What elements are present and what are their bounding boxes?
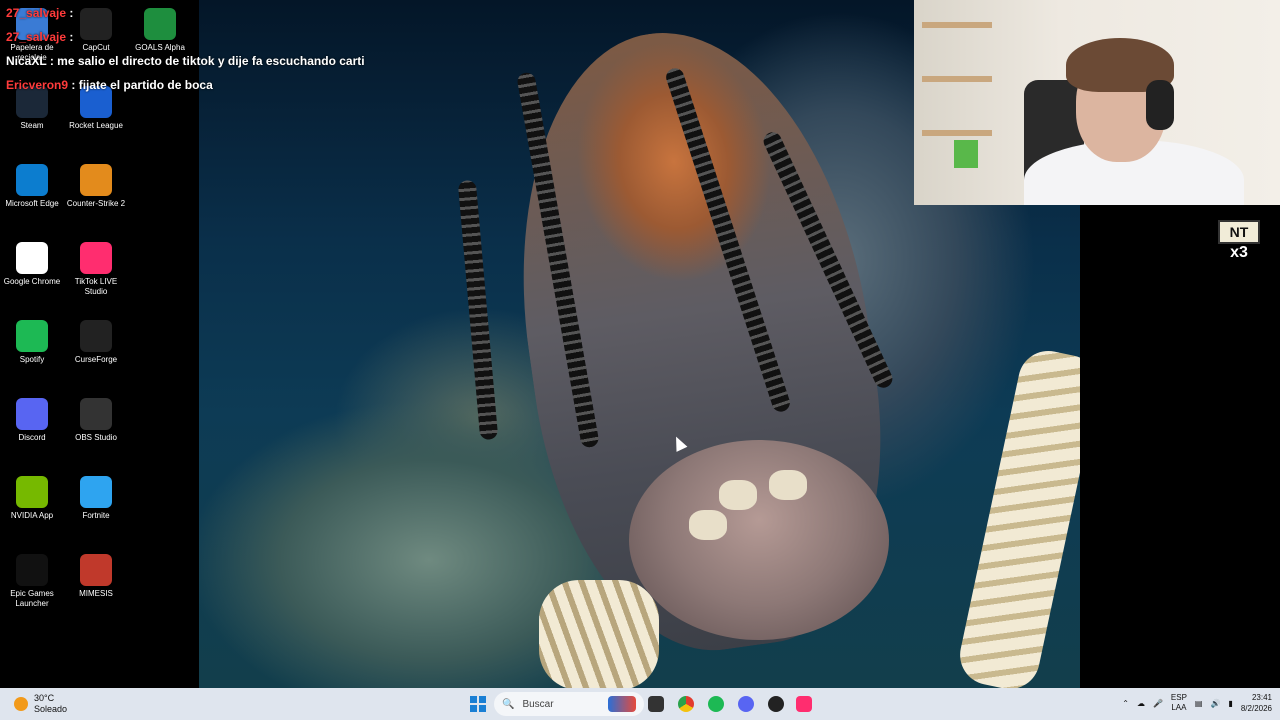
chrome-icon <box>16 242 48 274</box>
desktop-icon-label: Rocket League <box>69 121 123 130</box>
creeper-toy <box>954 140 978 168</box>
weather-temp: 30°C <box>34 693 55 703</box>
tiktok-taskbar-icon[interactable] <box>796 696 812 712</box>
nvidia-icon <box>16 476 48 508</box>
clock[interactable]: 23:41 8/2/2026 <box>1241 692 1272 714</box>
curseforge-icon <box>80 320 112 352</box>
chat-line: 27_salvaje : <box>6 6 74 20</box>
obs-taskbar-icon[interactable] <box>768 696 784 712</box>
nt-badge: NT x3 <box>1218 220 1260 262</box>
desktop-icon-label: MIMESIS <box>79 589 113 598</box>
desktop-icon[interactable]: Microsoft Edge <box>0 164 64 209</box>
counter-strike-icon <box>80 164 112 196</box>
gold-chain <box>539 580 659 688</box>
edge-icon <box>16 164 48 196</box>
desktop-icon-label: GOALS Alpha <box>135 43 185 52</box>
taskbar-app-icon[interactable] <box>608 696 636 712</box>
desktop-icon-label: OBS Studio <box>75 433 117 442</box>
system-tray: ⌃ ☁ 🎤 ESP LAA ▤ 🔊 ▮ 23:41 8/2/2026 <box>1122 692 1272 714</box>
taskbar: 30°C Soleado 🔍 Buscar ⌃ ☁ 🎤 ESP LAA ▤ 🔊 … <box>0 688 1280 720</box>
wifi-icon[interactable]: ▤ <box>1195 699 1203 708</box>
desktop-icon[interactable]: Epic Games Launcher <box>0 554 64 609</box>
fish-mouth <box>629 440 889 640</box>
discord-taskbar-icon[interactable] <box>738 696 754 712</box>
discord-icon <box>16 398 48 430</box>
desktop-icon[interactable]: CapCut <box>64 8 128 53</box>
desktop-icon-label: Counter-Strike 2 <box>66 199 126 208</box>
desktop-icon-label: Microsoft Edge <box>5 199 59 208</box>
obs-icon <box>80 398 112 430</box>
search-placeholder: Buscar <box>522 698 554 710</box>
chat-line: 27_salvaje : <box>6 30 74 44</box>
desktop-icon[interactable]: Fortnite <box>64 476 128 521</box>
desktop-icon-label: Epic Games Launcher <box>10 589 54 608</box>
desktop-icon-label: NVIDIA App <box>10 511 54 520</box>
braid-strand <box>457 179 499 441</box>
headset <box>1146 80 1174 130</box>
weather-widget[interactable]: 30°C Soleado <box>14 693 67 715</box>
desktop-icon-label: Google Chrome <box>3 277 61 286</box>
chevron-up-icon[interactable]: ⌃ <box>1122 699 1129 708</box>
mimesis-icon <box>80 554 112 586</box>
desktop-icon-label: TikTok LIVE Studio <box>74 277 118 296</box>
file-explorer-icon[interactable] <box>648 696 664 712</box>
chrome-taskbar-icon[interactable] <box>678 696 694 712</box>
start-button[interactable] <box>470 696 486 712</box>
fortnite-icon <box>80 476 112 508</box>
desktop-icon[interactable]: Discord <box>0 398 64 443</box>
desktop-icon[interactable]: GOALS Alpha <box>128 8 192 53</box>
epic-games-icon <box>16 554 48 586</box>
chat-line: Ericveron9 : fijate el partido de boca <box>6 78 213 92</box>
webcam-feed <box>914 0 1280 205</box>
desktop-icon[interactable]: MIMESIS <box>64 554 128 599</box>
desktop-icon-label: Steam <box>20 121 44 130</box>
gold-chain <box>954 345 1080 688</box>
desktop-icon-label: Discord <box>18 433 46 442</box>
battery-icon[interactable]: ▮ <box>1228 699 1232 708</box>
desktop-icon[interactable]: OBS Studio <box>64 398 128 443</box>
desktop-icon[interactable]: Rocket League <box>64 86 128 131</box>
tiktok-icon <box>80 242 112 274</box>
language-indicator[interactable]: ESP LAA <box>1171 693 1187 713</box>
desktop-icon[interactable]: Spotify <box>0 320 64 365</box>
desktop-icon-label: Spotify <box>19 355 45 364</box>
volume-icon[interactable]: 🔊 <box>1210 699 1220 708</box>
desktop-icon-label: Fortnite <box>82 511 110 520</box>
desktop-icon[interactable]: Steam <box>0 86 64 131</box>
desktop-icon[interactable]: NVIDIA App <box>0 476 64 521</box>
desktop-icon-label: CurseForge <box>74 355 118 364</box>
goals-icon <box>144 8 176 40</box>
capcut-icon <box>80 8 112 40</box>
sun-icon <box>14 697 28 711</box>
weather-desc: Soleado <box>34 704 68 714</box>
chat-line: NicaXL : me salio el directo de tiktok y… <box>6 54 365 68</box>
desktop-icon[interactable]: Counter-Strike 2 <box>64 164 128 209</box>
spotify-icon <box>16 320 48 352</box>
desktop-icon[interactable]: TikTok LIVE Studio <box>64 242 128 297</box>
spotify-taskbar-icon[interactable] <box>708 696 724 712</box>
desktop-icon[interactable]: CurseForge <box>64 320 128 365</box>
search-icon: 🔍 <box>502 698 515 710</box>
microphone-icon[interactable]: 🎤 <box>1153 699 1163 708</box>
network-icon[interactable]: ☁ <box>1137 699 1145 708</box>
desktop-icon-label: CapCut <box>82 43 110 52</box>
desktop-icon[interactable]: Google Chrome <box>0 242 64 287</box>
